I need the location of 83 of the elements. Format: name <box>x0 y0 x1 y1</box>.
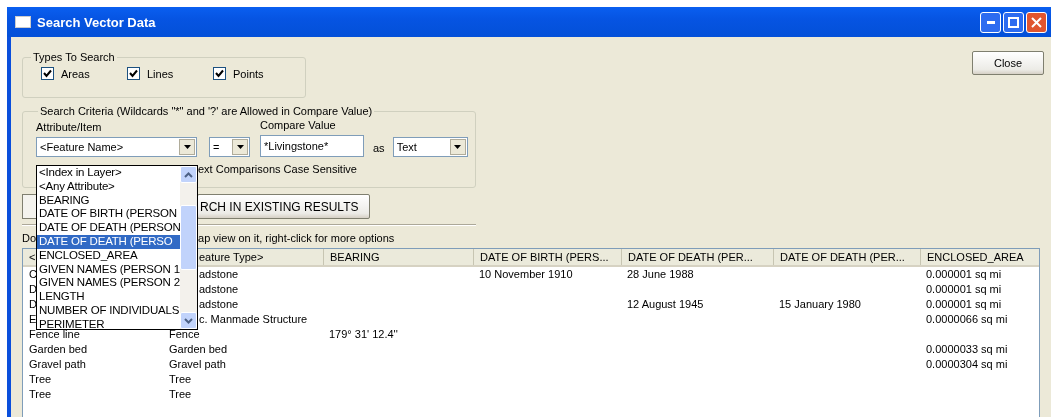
group-title: Search Criteria (Wildcards "*" and '?' are Allowed in Compare Value) <box>39 105 374 117</box>
table-cell: Tree <box>169 372 192 387</box>
table-cell: D <box>29 297 37 312</box>
table-cell: 0.0000066 sq mi <box>926 312 1008 327</box>
table-cell-text: Fence line <box>29 328 80 342</box>
hint-text: Do <box>22 232 37 244</box>
list-item[interactable]: DATE OF DEATH (PERSON <box>37 221 180 235</box>
table-cell: Tree <box>29 387 52 402</box>
list-item[interactable]: LENGTH <box>37 290 180 304</box>
compare-value-field[interactable]: *Livingstone* <box>260 135 364 157</box>
checkbox[interactable] <box>213 67 226 80</box>
field-label: Attribute/Item <box>36 121 103 133</box>
table-cell: 10 November 1910 <box>479 267 573 282</box>
column-header[interactable]: DATE OF DEATH (PER... <box>780 251 905 263</box>
chevron-up-icon <box>184 171 193 178</box>
table-cell: Tree <box>169 387 192 402</box>
close-icon <box>1031 16 1042 28</box>
checkbox-label: Lines <box>147 67 174 80</box>
table-cell: 0.000001 sq mi <box>926 297 1002 312</box>
table-cell: adstone <box>199 297 239 312</box>
table-cell: 0.0000304 sq mi <box>926 357 1008 372</box>
column-header[interactable]: eature Type> <box>199 251 264 263</box>
hint-text: ap view on it, right-click for more options <box>198 232 395 244</box>
close-dialog-button[interactable]: Close <box>972 51 1044 75</box>
table-cell: E <box>29 312 37 327</box>
list-item[interactable]: BEARING <box>37 193 180 208</box>
column-header[interactable]: ENCLOSED_AREA <box>927 251 1024 263</box>
table-cell: Garden bed <box>169 342 228 357</box>
list-item[interactable]: ENCLOSED_AREA <box>37 248 180 263</box>
list-item[interactable]: <Any Attribute> <box>37 179 180 194</box>
window-title: Search Vector Data <box>37 14 157 30</box>
table-cell: 0.0000033 sq mi <box>926 342 1008 357</box>
table-cell: C <box>29 267 37 282</box>
column-header[interactable]: < <box>29 251 36 263</box>
caret-icon <box>236 145 244 149</box>
list-item[interactable]: GIVEN NAMES (PERSON 1 <box>37 262 180 277</box>
table-cell: 15 January 1980 <box>779 297 861 312</box>
table-cell: D <box>29 282 37 297</box>
checkbox-label: ext Comparisons Case Sensitive <box>198 161 357 177</box>
list-item[interactable]: <Index in Layer> <box>37 166 180 180</box>
column-header[interactable]: DATE OF DEATH (PER... <box>628 251 753 263</box>
table-cell: Gravel path <box>29 357 86 372</box>
table-cell: 0.000001 sq mi <box>926 267 1002 282</box>
minimize-icon <box>986 20 995 24</box>
scroll-thumb[interactable] <box>180 205 197 270</box>
group-title: Types To Search <box>32 51 116 63</box>
list-item[interactable]: GIVEN NAMES (PERSON 2 <box>37 276 180 291</box>
attribute-dropdown[interactable]: <Feature Name> <box>36 137 197 157</box>
close-button[interactable] <box>1026 11 1047 33</box>
table-cell: 12 August 1945 <box>627 297 704 312</box>
column-header[interactable]: DATE OF BIRTH (PERS... <box>480 251 609 263</box>
checkbox-label: Points <box>233 67 264 80</box>
table-cell: 0.000001 sq mi <box>926 282 1002 297</box>
checkbox-label: Areas <box>61 67 90 80</box>
table-cell: 179° 31' 12.4'' <box>329 327 398 342</box>
scrollbar[interactable] <box>180 166 197 329</box>
minimize-button[interactable] <box>980 11 1001 33</box>
window-icon <box>15 16 31 28</box>
table-cell: Fence <box>169 327 200 342</box>
table-cell: adstone <box>199 267 239 282</box>
operator-dropdown[interactable]: = <box>209 137 250 157</box>
list-item[interactable]: NUMBER OF INDIVIDUALS <box>37 303 180 318</box>
table-cell: adstone <box>199 282 239 297</box>
field-label: as <box>373 142 385 154</box>
chevron-down-icon <box>184 317 193 324</box>
table-cell: Garden bed <box>29 342 88 357</box>
maximize-icon <box>1008 16 1019 28</box>
table-cell: Tree <box>29 372 52 387</box>
maximize-button[interactable] <box>1003 11 1024 33</box>
table-cell: Gravel path <box>169 357 226 372</box>
checkbox[interactable] <box>41 67 54 80</box>
table-cell: c. Manmade Structure <box>199 312 308 327</box>
caret-icon <box>454 145 462 149</box>
table-cell: 28 June 1988 <box>627 267 694 282</box>
search-in-results-button[interactable]: RCH IN EXISTING RESULTS <box>197 194 370 219</box>
list-item[interactable]: PERIMETER <box>37 317 180 329</box>
caret-icon <box>183 145 191 149</box>
list-item[interactable]: DATE OF BIRTH (PERSON <box>37 207 180 222</box>
list-item[interactable]: DATE OF DEATH (PERSO <box>37 235 180 249</box>
checkbox[interactable] <box>127 67 140 80</box>
type-dropdown[interactable]: Text <box>392 137 468 157</box>
column-header[interactable]: BEARING <box>330 251 380 263</box>
field-label: Compare Value <box>260 119 337 131</box>
